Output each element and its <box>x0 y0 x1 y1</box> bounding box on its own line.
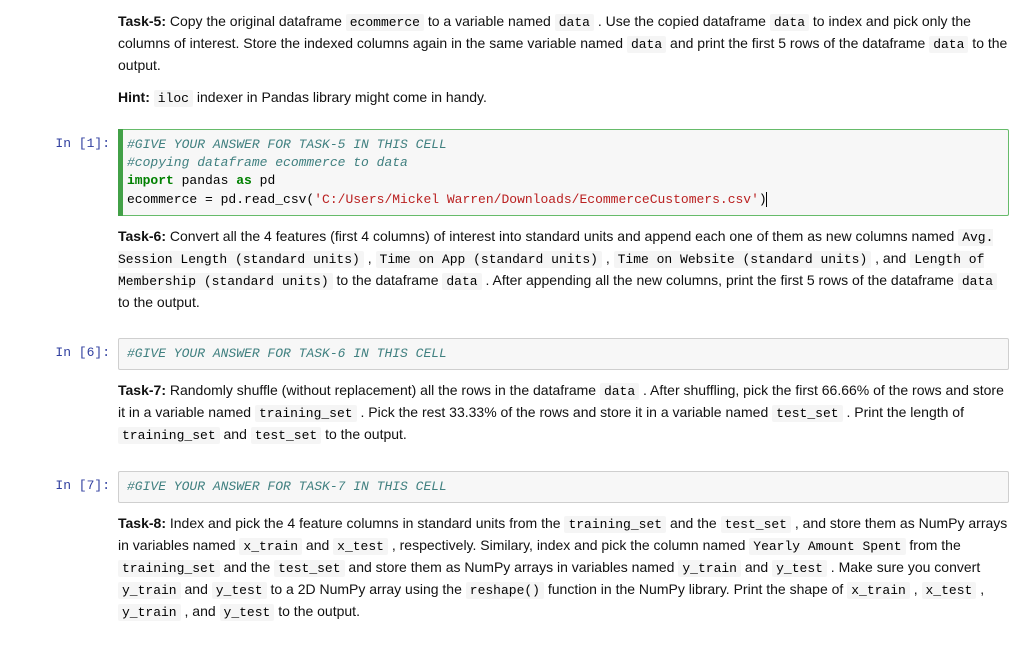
prompt: In [1]: <box>0 129 118 216</box>
task-label: Task-7: <box>118 382 166 398</box>
inline-code: data <box>600 383 639 400</box>
code-text[interactable]: #GIVE YOUR ANSWER FOR TASK-7 IN THIS CEL… <box>127 478 1000 496</box>
inline-code: Yearly Amount Spent <box>749 538 905 555</box>
inline-code: data <box>958 273 997 290</box>
hint-paragraph: Hint: iloc indexer in Pandas library mig… <box>118 87 1009 109</box>
code-cell: In [7]: #GIVE YOUR ANSWER FOR TASK-7 IN T… <box>0 467 1024 507</box>
markdown-cell: Task-5: Copy the original dataframe ecom… <box>0 5 1024 125</box>
prompt <box>0 378 118 462</box>
inline-code: training_set <box>564 516 666 533</box>
code-input-area[interactable]: #GIVE YOUR ANSWER FOR TASK-6 IN THIS CEL… <box>118 338 1009 370</box>
inline-code: test_set <box>721 516 791 533</box>
inline-code: reshape() <box>466 582 544 599</box>
inline-code: y_train <box>118 604 181 621</box>
prompt: In [6]: <box>0 338 118 370</box>
notebook: Task-5: Copy the original dataframe ecom… <box>0 0 1024 663</box>
inline-code: training_set <box>118 427 220 444</box>
prompt <box>0 9 118 121</box>
code-text[interactable]: #GIVE YOUR ANSWER FOR TASK-5 IN THIS CEL… <box>127 136 1000 209</box>
task-label: Task-8: <box>118 515 166 531</box>
markdown-cell: Task-7: Randomly shuffle (without replac… <box>0 374 1024 466</box>
prompt: In [7]: <box>0 471 118 503</box>
task-paragraph: Task-6: Convert all the 4 features (firs… <box>118 226 1009 314</box>
code-text[interactable]: #GIVE YOUR ANSWER FOR TASK-6 IN THIS CEL… <box>127 345 1000 363</box>
inline-code: data <box>929 36 968 53</box>
inline-code: iloc <box>154 90 193 107</box>
task-label: Task-6: <box>118 228 166 244</box>
code-cell: In [1]:#GIVE YOUR ANSWER FOR TASK-5 IN T… <box>0 125 1024 220</box>
markdown-cell: Task-8: Index and pick the 4 feature col… <box>0 507 1024 644</box>
markdown-body: Task-7: Randomly shuffle (without replac… <box>118 378 1009 462</box>
task-paragraph: Task-7: Randomly shuffle (without replac… <box>118 380 1009 446</box>
inline-code: ecommerce <box>346 14 424 31</box>
inline-code: Time on App (standard units) <box>376 251 602 268</box>
inline-code: x_test <box>333 538 388 555</box>
inline-code: y_test <box>212 582 267 599</box>
inline-code: data <box>442 273 481 290</box>
inline-code: y_train <box>118 582 181 599</box>
cell-content: #GIVE YOUR ANSWER FOR TASK-5 IN THIS CEL… <box>118 129 1024 216</box>
inline-code: test_set <box>251 427 321 444</box>
task-paragraph: Task-8: Index and pick the 4 feature col… <box>118 513 1009 624</box>
inline-code: y_test <box>220 604 275 621</box>
cell-content: Task-7: Randomly shuffle (without replac… <box>118 378 1024 462</box>
code-input-area[interactable]: #GIVE YOUR ANSWER FOR TASK-5 IN THIS CEL… <box>118 129 1009 216</box>
inline-code: training_set <box>255 405 357 422</box>
inline-code: data <box>770 14 809 31</box>
prompt <box>0 224 118 330</box>
task-label: Task-5: <box>118 13 166 29</box>
code-input-area[interactable]: #GIVE YOUR ANSWER FOR TASK-7 IN THIS CEL… <box>118 471 1009 503</box>
inline-code: y_train <box>678 560 741 577</box>
markdown-cell: Task-6: Convert all the 4 features (firs… <box>0 220 1024 334</box>
inline-code: x_test <box>922 582 977 599</box>
markdown-body: Task-8: Index and pick the 4 feature col… <box>118 511 1009 640</box>
inline-code: Time on Website (standard units) <box>614 251 872 268</box>
inline-code: test_set <box>772 405 842 422</box>
markdown-body: Task-5: Copy the original dataframe ecom… <box>118 9 1009 121</box>
inline-code: training_set <box>118 560 220 577</box>
inline-code: y_test <box>772 560 827 577</box>
inline-code: test_set <box>274 560 344 577</box>
cell-content: Task-8: Index and pick the 4 feature col… <box>118 511 1024 640</box>
code-cell: In [6]: #GIVE YOUR ANSWER FOR TASK-6 IN T… <box>0 334 1024 374</box>
prompt <box>0 511 118 640</box>
cell-content: #GIVE YOUR ANSWER FOR TASK-7 IN THIS CEL… <box>118 471 1024 503</box>
cell-content: Task-5: Copy the original dataframe ecom… <box>118 9 1024 121</box>
inline-code: x_train <box>847 582 910 599</box>
hint-label: Hint: <box>118 89 150 105</box>
cell-content: Task-6: Convert all the 4 features (firs… <box>118 224 1024 330</box>
inline-code: data <box>627 36 666 53</box>
inline-code: data <box>555 14 594 31</box>
task-paragraph: Task-5: Copy the original dataframe ecom… <box>118 11 1009 77</box>
markdown-body: Task-6: Convert all the 4 features (firs… <box>118 224 1009 330</box>
cell-content: #GIVE YOUR ANSWER FOR TASK-6 IN THIS CEL… <box>118 338 1024 370</box>
inline-code: x_train <box>239 538 302 555</box>
